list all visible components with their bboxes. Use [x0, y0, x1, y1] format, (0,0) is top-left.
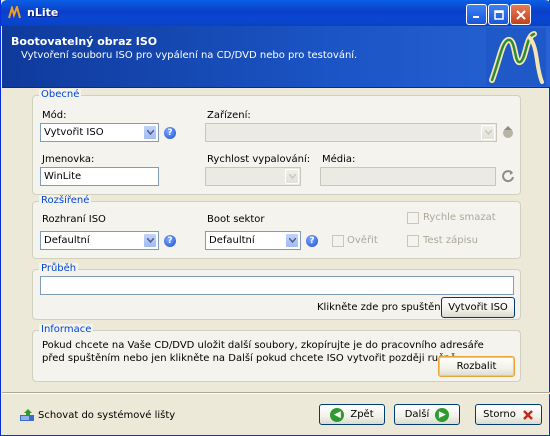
info-text-line-2: před spuštěním nebo jen klikněte na Dalš…	[42, 353, 460, 364]
maximize-icon	[493, 9, 504, 20]
verify-label: Ověřit	[347, 235, 378, 246]
close-icon	[515, 9, 526, 20]
iso-interface-select[interactable]: Defaultní	[40, 231, 159, 250]
label-name-value: WinLite	[44, 171, 82, 182]
device-label: Zařízení:	[207, 110, 251, 121]
maximize-button[interactable]	[488, 4, 509, 25]
back-arrow-icon: ◀	[330, 407, 345, 422]
minimize-icon	[473, 16, 479, 18]
progress-group-label: Průběh	[39, 263, 79, 274]
nlite-window: nLite Bootovatelný obraz ISO Vytvoření s…	[0, 0, 550, 436]
media-field	[320, 167, 496, 186]
chevron-down-icon	[285, 169, 299, 184]
cancel-button[interactable]: Storno	[475, 404, 542, 425]
iso-interface-value: Defaultní	[44, 235, 90, 246]
back-label: Zpět	[350, 409, 374, 420]
info-text-line-1: Pokud chcete na Vaše CD/DVD uložit další…	[42, 340, 484, 351]
boot-sector-select[interactable]: Defaultní	[205, 231, 301, 250]
label-name-input[interactable]: WinLite	[40, 167, 159, 186]
device-select	[205, 123, 497, 142]
info-group-label: Informace	[39, 324, 94, 335]
test-write-checkbox	[407, 235, 419, 247]
page-header: Bootovatelný obraz ISO Vytvoření souboru…	[2, 26, 550, 88]
next-arrow-icon: ▶	[435, 407, 450, 422]
refresh-icon[interactable]	[501, 169, 515, 183]
tray-label[interactable]: Schovat do systémové lišty	[38, 410, 175, 421]
iso-interface-label: Rozhraní ISO	[42, 214, 106, 225]
page-subtitle: Vytvoření souboru ISO pro vypálení na CD…	[21, 50, 358, 61]
mode-label: Mód:	[42, 110, 67, 121]
next-button[interactable]: Další ▶	[394, 404, 460, 425]
next-label: Další	[404, 409, 430, 420]
page-title: Bootovatelný obraz ISO	[11, 35, 158, 48]
unpack-label: Rozbalit	[456, 361, 497, 372]
quick-erase-checkbox	[407, 212, 419, 224]
unpack-button[interactable]: Rozbalit	[438, 356, 515, 377]
create-iso-button[interactable]: Vytvořit ISO	[441, 297, 515, 318]
chevron-down-icon	[285, 233, 299, 248]
media-label: Média:	[322, 154, 356, 165]
minimize-button[interactable]	[466, 4, 487, 25]
chevron-down-icon	[143, 233, 157, 248]
mode-value: Vytvořit ISO	[44, 127, 104, 138]
boot-sector-label: Boot sektor	[207, 214, 265, 225]
nlite-app-icon	[8, 6, 21, 19]
eject-icon[interactable]	[501, 125, 515, 139]
progress-bar	[40, 276, 514, 295]
general-group-label: Obecné	[39, 89, 82, 100]
nlite-logo	[486, 28, 546, 86]
start-hint: Klikněte zde pro spuštění ->	[317, 302, 459, 313]
close-button[interactable]	[510, 4, 531, 25]
quick-erase-label: Rychle smazat	[423, 212, 496, 223]
advanced-group	[32, 201, 521, 259]
advanced-group-label: Rozšířené	[39, 195, 92, 206]
mode-select[interactable]: Vytvořit ISO	[40, 123, 159, 142]
boot-sector-help-icon[interactable]: ?	[306, 235, 318, 247]
cancel-x-icon	[523, 409, 533, 420]
back-button[interactable]: ◀ Zpět	[319, 404, 385, 425]
mode-help-icon[interactable]: ?	[164, 127, 176, 139]
title-bar[interactable]: nLite	[1, 0, 550, 26]
tray-icon[interactable]	[19, 407, 35, 423]
verify-checkbox	[332, 235, 344, 247]
cancel-label: Storno	[483, 409, 516, 420]
speed-select	[205, 167, 301, 186]
label-name-label: Jmenovka:	[42, 154, 95, 165]
chevron-down-icon	[143, 125, 157, 140]
iso-interface-help-icon[interactable]: ?	[164, 235, 176, 247]
speed-label: Rychlost vypalování:	[207, 154, 311, 165]
footer-divider-highlight	[2, 393, 550, 394]
window-title: nLite	[27, 6, 59, 19]
chevron-down-icon	[481, 125, 495, 140]
create-iso-label: Vytvořit ISO	[448, 302, 508, 313]
test-write-label: Test zápisu	[423, 235, 478, 246]
boot-sector-value: Defaultní	[209, 235, 255, 246]
